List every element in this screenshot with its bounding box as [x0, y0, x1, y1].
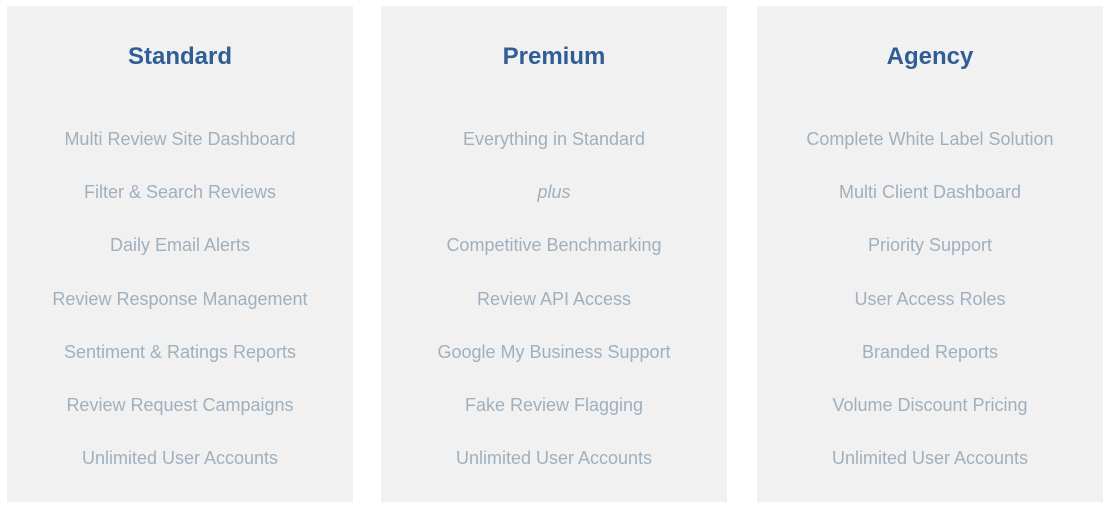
feature-item: Branded Reports — [861, 341, 999, 362]
feature-item: Multi Review Site Dashboard — [64, 129, 296, 149]
feature-item: Filter & Search Reviews — [83, 182, 277, 203]
plan-card-agency: Agency Complete White Label Solution Mul… — [757, 6, 1103, 502]
feature-item: Google My Business Support — [437, 341, 671, 362]
plan-title: Agency — [886, 43, 974, 70]
plan-title: Standard — [127, 43, 232, 70]
feature-item: Volume Discount Pricing — [832, 394, 1028, 415]
feature-item: Multi Client Dashboard — [838, 182, 1022, 203]
feature-item: Fake Review Flagging — [464, 394, 644, 415]
plan-card-premium: Premium Everything in Standard plus Comp… — [381, 6, 727, 502]
feature-item: Review Response Management — [52, 288, 308, 309]
feature-list: Everything in Standard plus Competitive … — [381, 126, 727, 498]
feature-item: Review Request Campaigns — [66, 394, 294, 415]
plan-card-standard: Standard Multi Review Site Dashboard Fil… — [7, 6, 353, 502]
feature-item: Sentiment & Ratings Reports — [63, 341, 297, 362]
feature-item: Competitive Benchmarking — [446, 235, 662, 256]
feature-item: Complete White Label Solution — [806, 129, 1054, 149]
feature-item: Unlimited User Accounts — [455, 448, 653, 469]
feature-item: User Access Roles — [854, 288, 1006, 309]
feature-list: Multi Review Site Dashboard Filter & Sea… — [7, 126, 353, 498]
feature-item: Daily Email Alerts — [109, 235, 251, 256]
feature-item: Priority Support — [867, 235, 993, 256]
feature-item: Unlimited User Accounts — [831, 448, 1029, 469]
feature-item: Unlimited User Accounts — [81, 448, 279, 469]
feature-item: Review API Access — [476, 288, 632, 309]
feature-item: Everything in Standard — [462, 129, 646, 149]
feature-list: Complete White Label Solution Multi Clie… — [757, 126, 1103, 498]
plan-title: Premium — [502, 43, 606, 70]
feature-item-plus: plus — [537, 182, 571, 203]
